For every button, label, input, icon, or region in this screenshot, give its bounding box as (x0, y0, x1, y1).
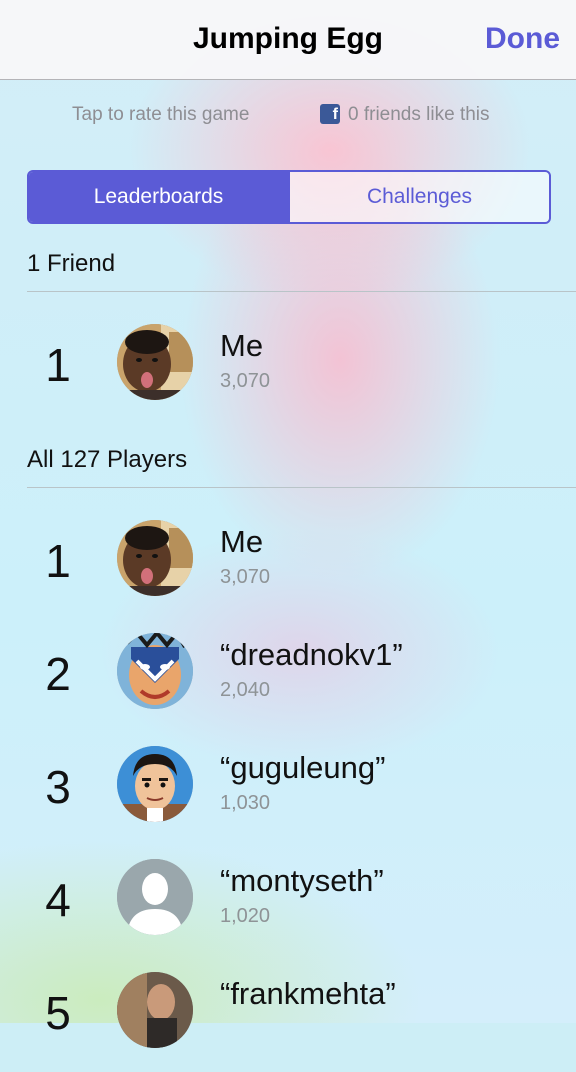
section-header-friends: 1 Friend (27, 250, 116, 277)
facebook-icon: f (320, 104, 340, 124)
rank-number: 3 (45, 761, 71, 813)
selfie-avatar (117, 520, 193, 596)
leaderboard-row[interactable]: 3 “guguleung” 1,030 (0, 746, 576, 846)
rank-number: 5 (45, 987, 71, 1039)
rank-number: 2 (45, 648, 71, 700)
done-button[interactable]: Done (485, 22, 560, 56)
likes-count-label: 0 friends like this (348, 104, 490, 125)
default-silhouette-avatar (117, 859, 193, 935)
player-name: “dreadnokv1” (220, 637, 403, 672)
rank-number: 4 (45, 874, 71, 926)
segmented-control: Leaderboards Challenges (27, 170, 551, 224)
player-name: “guguleung” (220, 750, 386, 785)
navigation-bar: Jumping Egg Done (0, 0, 576, 80)
leaderboard-row[interactable]: 1 Me 3,070 (0, 520, 576, 620)
section-divider (27, 291, 576, 292)
rank-number: 1 (45, 339, 71, 391)
game-meta-row: Tap to rate this game f 0 friends like t… (0, 104, 576, 130)
player-name: “frankmehta” (220, 976, 396, 1011)
section-divider (27, 487, 576, 488)
photo-avatar (117, 972, 193, 1048)
rate-game-link[interactable]: Tap to rate this game (72, 104, 249, 126)
player-name: Me (220, 524, 264, 559)
selfie-avatar (117, 324, 193, 400)
player-score: 3,070 (220, 566, 271, 588)
painted-mask-avatar (117, 633, 193, 709)
tab-challenges[interactable]: Challenges (288, 172, 549, 222)
player-name: Me (220, 328, 264, 363)
rank-number: 1 (45, 535, 71, 587)
leaderboard-row[interactable]: 4 “montyseth” 1,020 (0, 859, 576, 959)
cartoon-man-avatar (117, 746, 193, 822)
player-score: 3,070 (220, 370, 271, 392)
player-score: 2,040 (220, 679, 271, 701)
leaderboard-row[interactable]: 1 Me 3,070 (0, 324, 576, 424)
section-header-all-players: All 127 Players (27, 446, 188, 473)
player-score: 1,030 (220, 792, 271, 814)
leaderboard-row[interactable]: 2 “dreadnokv1” 2,040 (0, 633, 576, 733)
tab-leaderboards[interactable]: Leaderboards (29, 172, 288, 222)
leaderboard-row[interactable]: 5 “frankmehta” (0, 972, 576, 1072)
player-name: “montyseth” (220, 863, 384, 898)
facebook-likes-link[interactable]: f 0 friends like this (320, 104, 490, 126)
player-score: 1,020 (220, 905, 271, 927)
